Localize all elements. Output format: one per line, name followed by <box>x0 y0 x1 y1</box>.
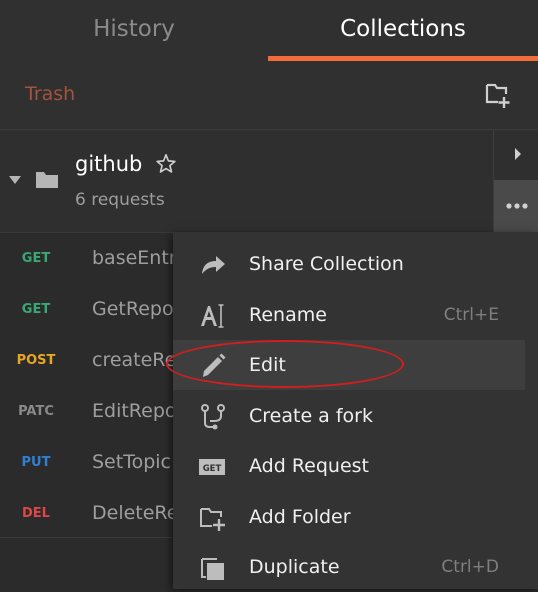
method-badge: PATC <box>18 404 54 419</box>
trash-link[interactable]: Trash <box>25 83 75 105</box>
ellipsis-icon <box>506 203 528 209</box>
request-name: SetTopic <box>92 451 171 473</box>
folder-icon <box>36 172 58 188</box>
collection-side-actions <box>493 130 538 232</box>
menu-item-duplicate[interactable]: Duplicate Ctrl+D <box>173 542 538 592</box>
method-badge: GET <box>21 251 51 266</box>
request-name: baseEntr <box>92 247 177 269</box>
keyboard-shortcut: Ctrl+E <box>443 305 499 325</box>
collection-request-count: 6 requests <box>75 190 165 210</box>
collection-context-menu: Share Collection Rename Ctrl+E Edit Crea… <box>173 232 538 589</box>
fork-icon <box>201 404 225 430</box>
menu-item-create-fork[interactable]: Create a fork <box>173 391 538 441</box>
menu-item-add-request[interactable]: GET Add Request <box>173 441 538 491</box>
method-badge: POST <box>16 353 56 368</box>
add-folder-icon <box>200 508 225 531</box>
menu-item-share-collection[interactable]: Share Collection <box>173 239 538 289</box>
duplicate-icon <box>201 558 224 580</box>
annotation-ellipse <box>166 340 404 388</box>
svg-text:GET: GET <box>203 464 222 474</box>
menu-item-add-folder[interactable]: Add Folder <box>173 492 538 542</box>
rename-icon <box>201 304 224 328</box>
get-request-icon: GET <box>199 459 225 475</box>
caret-down-icon[interactable] <box>9 176 21 185</box>
request-name: DeleteRe <box>92 502 179 524</box>
request-name: createRe <box>92 349 177 371</box>
menu-item-label: Create a fork <box>249 405 373 427</box>
menu-item-label: Rename <box>249 304 327 326</box>
collections-toolbar: Trash <box>0 61 538 130</box>
keyboard-shortcut: Ctrl+D <box>441 557 499 577</box>
tab-collections[interactable]: Collections <box>268 0 538 61</box>
menu-item-label: Add Request <box>249 455 370 477</box>
menu-item-rename[interactable]: Rename Ctrl+E <box>173 290 538 340</box>
menu-item-label: Add Folder <box>249 506 351 528</box>
menu-item-label: Duplicate <box>249 556 340 578</box>
tab-bar: History Collections <box>0 0 538 61</box>
method-badge: DEL <box>22 506 50 521</box>
tab-history[interactable]: History <box>0 0 268 61</box>
menu-item-label: Share Collection <box>249 253 404 275</box>
star-icon[interactable] <box>155 153 177 175</box>
method-badge: GET <box>21 302 51 317</box>
collection-row[interactable]: github 6 requests <box>0 130 538 233</box>
new-collection-icon[interactable] <box>484 81 512 109</box>
more-actions-button[interactable] <box>494 180 538 232</box>
request-name: GetRepo <box>92 298 174 320</box>
method-badge: PUT <box>21 455 51 470</box>
chevron-right-icon <box>515 148 521 160</box>
collection-name: github <box>75 152 143 176</box>
request-name: EditRepo <box>92 400 177 422</box>
expand-collection-button[interactable] <box>494 130 538 178</box>
share-icon <box>202 256 225 274</box>
